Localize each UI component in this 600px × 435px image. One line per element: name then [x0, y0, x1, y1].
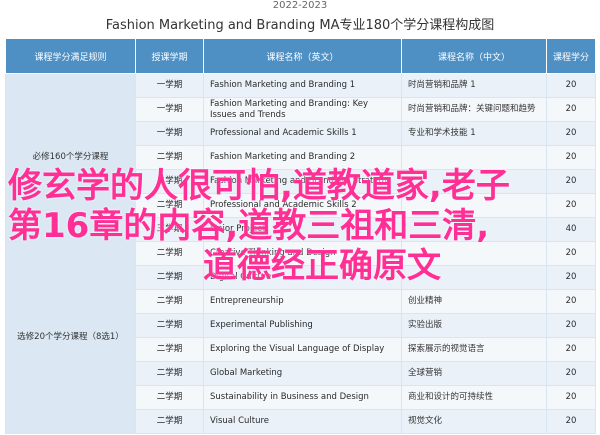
- semester-cell: 一学期: [135, 97, 204, 122]
- credits-cell: 20: [546, 337, 596, 362]
- course-name-cn-cell: 创业精神: [401, 289, 547, 314]
- credits-cell: 20: [546, 73, 596, 98]
- course-name-cn-cell: 专业和学术技能 1: [401, 121, 547, 146]
- credits-cell: 20: [546, 265, 596, 290]
- semester-cell: 二学期: [135, 313, 204, 338]
- course-name-cn-cell: 时尚营销和品牌 1: [401, 73, 547, 98]
- credits-cell: 20: [546, 385, 596, 410]
- credits-cell: 20: [546, 121, 596, 146]
- course-name-en-cell: Visual Culture: [203, 409, 402, 434]
- credits-cell: 20: [546, 241, 596, 266]
- credit-rule-cell: 选修20个学分课程（8选1）: [5, 241, 136, 434]
- semester-cell: 二学期: [135, 193, 204, 218]
- header-course-name-en: 课程名称（英文）: [203, 38, 402, 74]
- credit-rule-cell: 必修160个学分课程: [5, 73, 136, 242]
- credits-cell: 40: [546, 217, 596, 242]
- credits-cell: 20: [546, 361, 596, 386]
- header-course-name-cn: 课程名称（中文）: [401, 38, 547, 74]
- semester-cell: 三学期: [135, 217, 204, 242]
- course-name-en-cell: Professional and Academic Skills 1: [203, 121, 402, 146]
- header-credit-rule: 课程学分满足规则: [5, 38, 136, 74]
- course-name-cn-cell: 时尚营销和品牌：关键问题和趋势: [401, 97, 547, 122]
- course-name-cn-cell: 探索展示的视觉语言: [401, 337, 547, 362]
- course-name-en-cell: Experimental Publishing: [203, 313, 402, 338]
- course-name-en-cell: Major Project: [203, 217, 402, 242]
- semester-cell: 二学期: [135, 361, 204, 386]
- table-body: 必修160个学分课程 一学期 Fashion Marketing and Brand…: [5, 73, 596, 434]
- table-row: 必修160个学分课程 一学期 Fashion Marketing and Brand…: [5, 73, 596, 242]
- semester-cell: 二学期: [135, 385, 204, 410]
- course-name-cn-cell: [401, 265, 547, 290]
- course-name-en-cell: Fashion Marketing and Branding 1: [203, 73, 402, 98]
- semester-cell: 二学期: [135, 409, 204, 434]
- semester-cell: 二学期: [135, 337, 204, 362]
- course-name-en-cell: Digital Culture: [203, 265, 402, 290]
- course-name-cn-cell: [401, 169, 547, 194]
- course-name-cn-cell: 全球营销: [401, 361, 547, 386]
- course-name-cn-cell: [401, 217, 547, 242]
- course-name-en-cell: Creative Thinking and Design: [203, 241, 402, 266]
- semester-cell: 二学期: [135, 241, 204, 266]
- course-name-cn-cell: [401, 193, 547, 218]
- semester-cell: 二学期: [135, 145, 204, 170]
- credits-cell: 20: [546, 193, 596, 218]
- course-name-cn-cell: 视觉文化: [401, 409, 547, 434]
- header-semester: 授课学期: [135, 38, 204, 74]
- semester-cell: 二学期: [135, 265, 204, 290]
- credits-cell: 20: [546, 169, 596, 194]
- course-name-en-cell: Entrepreneurship: [203, 289, 402, 314]
- semester-cell: 二学期: [135, 169, 204, 194]
- course-name-en-cell: Global Marketing: [203, 361, 402, 386]
- course-name-cn-cell: 商业和设计的可持续性: [401, 385, 547, 410]
- course-name-en-cell: Fashion Marketing and Branding: Key Issu…: [203, 97, 402, 122]
- course-name-en-cell: Exploring the Visual Language of Display: [203, 337, 402, 362]
- curriculum-table: 课程学分满足规则 授课学期 课程名称（英文） 课程名称（中文） 课程学分 必修1…: [5, 38, 596, 434]
- page-subtitle: 2022-2023: [272, 0, 328, 11]
- course-name-cn-cell: [401, 241, 547, 266]
- credits-cell: 20: [546, 97, 596, 122]
- credits-cell: 20: [546, 313, 596, 338]
- credits-cell: 20: [546, 289, 596, 314]
- header-credits: 课程学分: [546, 38, 596, 74]
- table-row: 选修20个学分课程（8选1） 二学期 Creative Thinking and D…: [5, 241, 596, 434]
- page-title: Fashion Marketing and Branding MA专业180个学…: [105, 18, 495, 33]
- course-name-en-cell: Fashion Marketing and Branding: Strategy: [203, 169, 402, 194]
- semester-cell: 二学期: [135, 289, 204, 314]
- course-name-en-cell: Fashion Marketing and Branding 2: [203, 145, 402, 170]
- credits-cell: 20: [546, 145, 596, 170]
- course-name-en-cell: Sustainability in Business and Design: [203, 385, 402, 410]
- semester-cell: 一学期: [135, 121, 204, 146]
- course-name-cn-cell: 实验出版: [401, 313, 547, 338]
- course-name-en-cell: Professional and Academic Skills 2: [203, 193, 402, 218]
- credits-cell: 20: [546, 409, 596, 434]
- semester-cell: 一学期: [135, 73, 204, 98]
- table-header-row: 课程学分满足规则 授课学期 课程名称（英文） 课程名称（中文） 课程学分: [5, 38, 596, 74]
- course-name-cn-cell: [401, 145, 547, 170]
